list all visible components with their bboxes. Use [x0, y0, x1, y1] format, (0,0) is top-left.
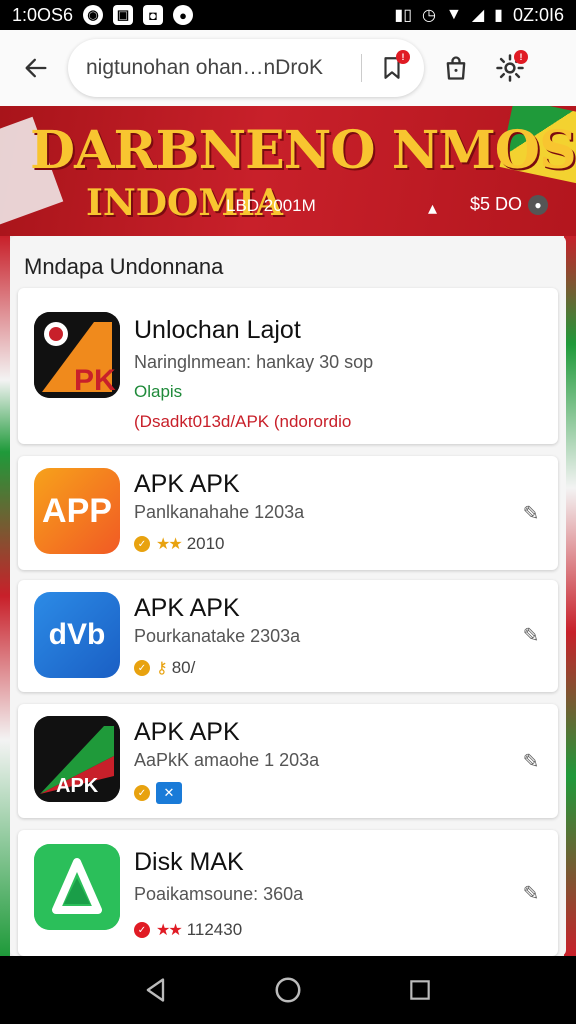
- triangle-back-icon: [146, 978, 165, 1002]
- back-button[interactable]: [14, 46, 58, 90]
- app-card[interactable]: APK APK APK AaPkK amaohe 1 203a ✓ ✕ ✎: [18, 704, 558, 818]
- vibrate-icon: ▮▯: [394, 7, 413, 24]
- square-recents-icon: [410, 980, 430, 1000]
- app-icon-label: APP: [42, 491, 112, 530]
- app-icon-label: APK: [56, 775, 99, 797]
- download-button[interactable]: ✎: [516, 878, 546, 908]
- lock-icon: ◘: [143, 5, 164, 25]
- verified-icon: ✓: [134, 660, 150, 676]
- app-icon: APP: [34, 468, 120, 554]
- app-subtitle: AaPkK amaohe 1 203a: [134, 750, 320, 770]
- app-subtitle: Panlkanahahe 1203a: [134, 502, 305, 522]
- status-bar: 1:0OS6 ◉ ▣ ◘ ● ▮▯ ◷ ▼ ◢ ▮ 0Z:0I6: [0, 0, 576, 30]
- apk-logo-icon: PK: [34, 312, 120, 398]
- app-subtitle: Poaikamsoune: 360a: [134, 884, 304, 904]
- app-rating-value: 112430: [186, 920, 243, 939]
- app-note: (Dsadkt013d/APK (ndorordio: [134, 412, 352, 431]
- key-icon: ⚷: [156, 660, 168, 677]
- app-badges: ✓ ✕: [134, 782, 182, 804]
- app-icon: APK: [34, 716, 120, 802]
- settings-badge: !: [514, 50, 528, 64]
- star-icon: ★★: [156, 536, 183, 553]
- download-button[interactable]: ✎: [516, 620, 546, 650]
- top-bar: nigtunohan ohan…nDroK ! !: [0, 30, 576, 106]
- bookmark-button[interactable]: !: [370, 46, 414, 90]
- app-subtitle: Pourkanatake 2303a: [134, 626, 301, 646]
- circle-home-icon: [275, 977, 301, 1003]
- app-card[interactable]: PK Unlochan Lajot Naringlnmean: hankay 3…: [18, 288, 558, 444]
- app-rating: ✓ ★★ 112430: [134, 920, 242, 940]
- app-title: APK APK: [134, 594, 240, 622]
- app-icon: [34, 844, 120, 930]
- banner-price: $5 DO ●: [470, 194, 549, 215]
- settings-button[interactable]: !: [488, 46, 532, 90]
- flag-strip-left: [0, 236, 10, 956]
- download-button[interactable]: ✎: [516, 746, 546, 776]
- app-title: APK APK: [134, 470, 240, 498]
- status-time: 1:0OS6: [12, 4, 74, 25]
- battery-icon: ▮: [494, 7, 503, 24]
- section-title: Mndapa Undonnana: [24, 254, 224, 279]
- shop-button[interactable]: [434, 46, 478, 90]
- banner-price-text: $5 DO: [470, 194, 523, 214]
- app-card[interactable]: APP APK APK Panlkanahahe 1203a ✓ ★★ 2010…: [18, 456, 558, 570]
- tag-icon: ▴: [428, 198, 438, 218]
- gallery-icon: ▣: [113, 5, 134, 25]
- nav-recents-button[interactable]: [395, 965, 445, 1015]
- app-rating: ✓ ★★ 2010: [134, 534, 225, 554]
- info-icon: ●: [528, 194, 549, 215]
- notification-badge: !: [396, 50, 410, 64]
- status-time-right: 0Z:0I6: [512, 4, 564, 25]
- nav-home-button[interactable]: [263, 965, 313, 1015]
- app-notification-icon: ●: [173, 5, 194, 25]
- signal-icon: ◢: [471, 7, 485, 24]
- app-title: Disk MAK: [134, 848, 244, 876]
- app-rating: ✓ ⚷ 80/: [134, 658, 195, 678]
- pin-icon: ✎: [522, 502, 540, 525]
- alarm-icon: ◷: [422, 7, 436, 24]
- star-icon: ★★: [156, 922, 183, 939]
- app-title: APK APK: [134, 718, 240, 746]
- app-icon: dVb: [34, 592, 120, 678]
- app-icon-label: dVb: [48, 618, 106, 651]
- download-button[interactable]: ✎: [516, 498, 546, 528]
- verified-icon: ✓: [134, 922, 150, 938]
- search-divider: [361, 54, 362, 82]
- notification-icon: ◉: [83, 5, 104, 25]
- shopping-bag-icon: [446, 56, 466, 80]
- app-rating-value: 2010: [186, 534, 225, 553]
- pin-icon: ✎: [522, 750, 540, 773]
- apk-logo-icon: APK: [34, 716, 120, 802]
- verified-icon: ✓: [134, 785, 150, 801]
- search-input[interactable]: nigtunohan ohan…nDroK: [86, 56, 353, 80]
- wifi-icon: ▼: [446, 6, 462, 23]
- verified-icon: ✓: [134, 536, 150, 552]
- search-box[interactable]: nigtunohan ohan…nDroK !: [68, 39, 424, 97]
- promo-banner[interactable]: DARBNENO NMOSA INDOMIA LBD 2001M ▴ $5 DO…: [0, 106, 576, 236]
- app-card[interactable]: dVb APK APK Pourkanatake 2303a ✓ ⚷ 80/ ✎: [18, 580, 558, 692]
- app-card[interactable]: Disk MAK Poaikamsoune: 360a ✓ ★★ 112430 …: [18, 830, 558, 956]
- app-icon: PK: [34, 312, 120, 398]
- app-status: Olapis: [134, 382, 183, 401]
- banner-meta: LBD 2001M: [226, 196, 316, 215]
- arrow-left-icon: [25, 58, 47, 78]
- status-left: 1:0OS6 ◉ ▣ ◘ ●: [12, 4, 194, 26]
- app-rating-value: 80/: [171, 658, 196, 677]
- play-store-icon: [34, 844, 120, 930]
- banner-title: DARBNENO NMOSA: [30, 120, 576, 181]
- app-subtitle: Naringlnmean: hankay 30 sop: [134, 352, 374, 372]
- app-title: Unlochan Lajot: [134, 316, 301, 344]
- pin-icon: ✎: [522, 624, 540, 647]
- pin-icon: ✎: [522, 882, 540, 905]
- app-list-panel: Mndapa Undonnana PK Unlochan Lajot Narin…: [10, 236, 566, 956]
- nav-back-button[interactable]: [131, 965, 181, 1015]
- svg-text:PK: PK: [74, 364, 116, 397]
- editor-choice-icon: ✕: [156, 782, 182, 804]
- status-right: ▮▯ ◷ ▼ ◢ ▮ 0Z:0I6: [394, 5, 564, 26]
- system-nav-bar: [0, 956, 576, 1024]
